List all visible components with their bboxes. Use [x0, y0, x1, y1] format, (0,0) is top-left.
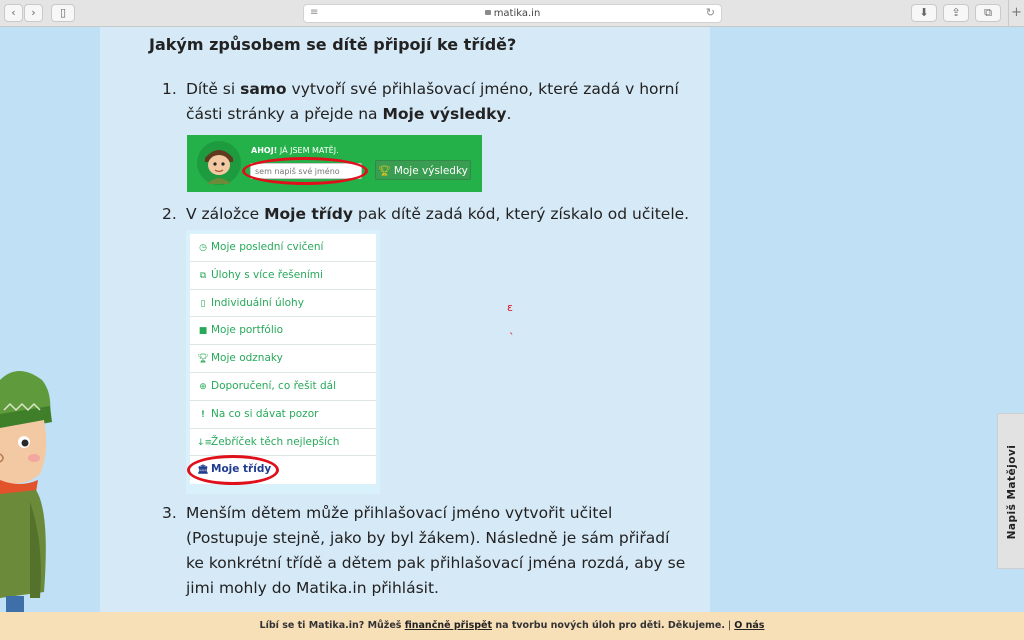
book-icon: ■ [198, 326, 208, 337]
account-menu: ◷ Moje poslední cvičení ⧉ Úlohy s více řeš… [186, 230, 380, 494]
back-button[interactable]: ‹ [4, 4, 23, 22]
step-text: vytvoří své přihlašovací jméno, které za… [286, 80, 679, 98]
step-text: Dítě si [186, 80, 241, 98]
url-text: matika.in [493, 8, 541, 19]
step-3: 3. Menším dětem může přihlašovací jméno … [162, 501, 706, 601]
step-2: 2. V záložce Moje třídy pak dítě zadá kó… [162, 202, 706, 227]
step-text-bold: samo [240, 80, 287, 98]
lock-icon [484, 10, 491, 15]
step-text: V záložce [186, 205, 265, 223]
address-bar[interactable]: ≡ matika.in ↻ [303, 4, 722, 23]
step-text: . [506, 105, 512, 123]
step-text: Menším dětem může přihlašovací jméno vyt… [186, 504, 613, 522]
step-text: ke konkrétní třídě a dětem pak přihlašov… [186, 554, 686, 572]
menu-item-recommendations[interactable]: ⊕ Doporučení, co řešit dál [190, 372, 376, 401]
stray-mark: ˎ [509, 322, 515, 335]
step-number: 2. [162, 205, 177, 223]
donate-link[interactable]: finančně přispět [405, 620, 492, 631]
menu-item-multi-solution[interactable]: ⧉ Úlohy s více řešeními [190, 261, 376, 290]
sidebar-toggle-button[interactable]: ▯ [51, 4, 75, 22]
side-tab-label: Napiš Matějovi [1006, 444, 1018, 540]
trophy-icon: 🏆︎ [197, 354, 209, 365]
step-text: části stránky a přejde na [186, 105, 383, 123]
menu-item-individual-tasks[interactable]: ▯ Individuální úlohy [190, 289, 376, 318]
downloads-button[interactable]: ⬇ [911, 4, 937, 22]
trophy-icon: 🏆︎ [378, 166, 391, 177]
step-text-bold: Moje výsledky [382, 105, 507, 123]
clock-icon: ◷ [199, 243, 207, 253]
menu-item-watch-out[interactable]: ❗︎ Na co si dávat pozor [190, 400, 376, 429]
step-text: pak dítě zadá kód, který získalo od učit… [352, 205, 690, 223]
share-icon: ⇪ [951, 6, 961, 19]
greeting-text: AHOJ! JÁ JSEM MATĚJ. [251, 146, 339, 155]
highlight-ring [242, 157, 368, 185]
tabs-icon: ⧉ [984, 6, 992, 19]
stray-mark: ɛ [507, 301, 513, 314]
download-icon: ⬇ [919, 6, 929, 19]
step-1: 1. Dítě si samo vytvoří své přihlašovací… [162, 77, 706, 127]
copy-icon: ⧉ [199, 270, 207, 281]
menu-item-last-exercises[interactable]: ◷ Moje poslední cvičení [190, 234, 376, 262]
exclamation-icon: ❗︎ [201, 409, 205, 420]
forward-button[interactable]: › [24, 4, 43, 22]
step-number: 3. [162, 504, 177, 522]
mascot-illustration [0, 371, 52, 636]
lifebuoy-icon: ⊕ [199, 381, 207, 392]
file-icon: ▯ [200, 298, 206, 309]
mascot-avatar [197, 141, 241, 185]
step-number: 1. [162, 80, 177, 98]
sidebar-icon: ▯ [59, 6, 67, 19]
reload-icon[interactable]: ↻ [706, 6, 715, 19]
content-column: Jakým způsobem se dítě připojí ke třídě?… [100, 27, 710, 612]
write-to-matej-tab[interactable]: Napiš Matějovi [997, 413, 1024, 569]
login-widget: AHOJ! JÁ JSEM MATĚJ. 🏆︎Moje výsledky [187, 135, 482, 192]
share-button[interactable]: ⇪ [943, 4, 969, 22]
support-bar: Líbí se ti Matika.in? Můžeš finančně při… [0, 612, 1024, 640]
menu-item-portfolio[interactable]: ■ Moje portfólio [190, 317, 376, 346]
tabs-button[interactable]: ⧉ [975, 4, 1001, 22]
support-text: Líbí se ti Matika.in? Můžeš [259, 620, 405, 631]
separator: | [728, 620, 732, 631]
menu-item-badges[interactable]: 🏆︎ Moje odznaky [190, 345, 376, 373]
menu-item-leaderboard[interactable]: ↓≡Žebříček těch nejlepších [190, 428, 376, 457]
browser-toolbar: ‹ › ▯ ≡ matika.in ↻ ⬇ ⇪ ⧉ + [0, 0, 1024, 27]
section-heading: Jakým způsobem se dítě připojí ke třídě? [149, 35, 517, 54]
my-results-button[interactable]: 🏆︎ Moje výsledky [375, 160, 471, 180]
highlight-ring [187, 455, 279, 485]
step-text-bold: Moje třídy [264, 205, 353, 223]
step-text: jimi mohly do Matika.in přihlásit. [186, 579, 439, 597]
new-tab-button[interactable]: + [1008, 0, 1024, 27]
support-text: na tvorbu nových úloh pro děti. Děkujeme… [492, 620, 725, 631]
about-link[interactable]: O nás [734, 620, 764, 631]
sort-icon: ↓≡ [197, 437, 213, 448]
step-text: (Postupuje stejně, jako by byl žákem). N… [186, 529, 670, 547]
